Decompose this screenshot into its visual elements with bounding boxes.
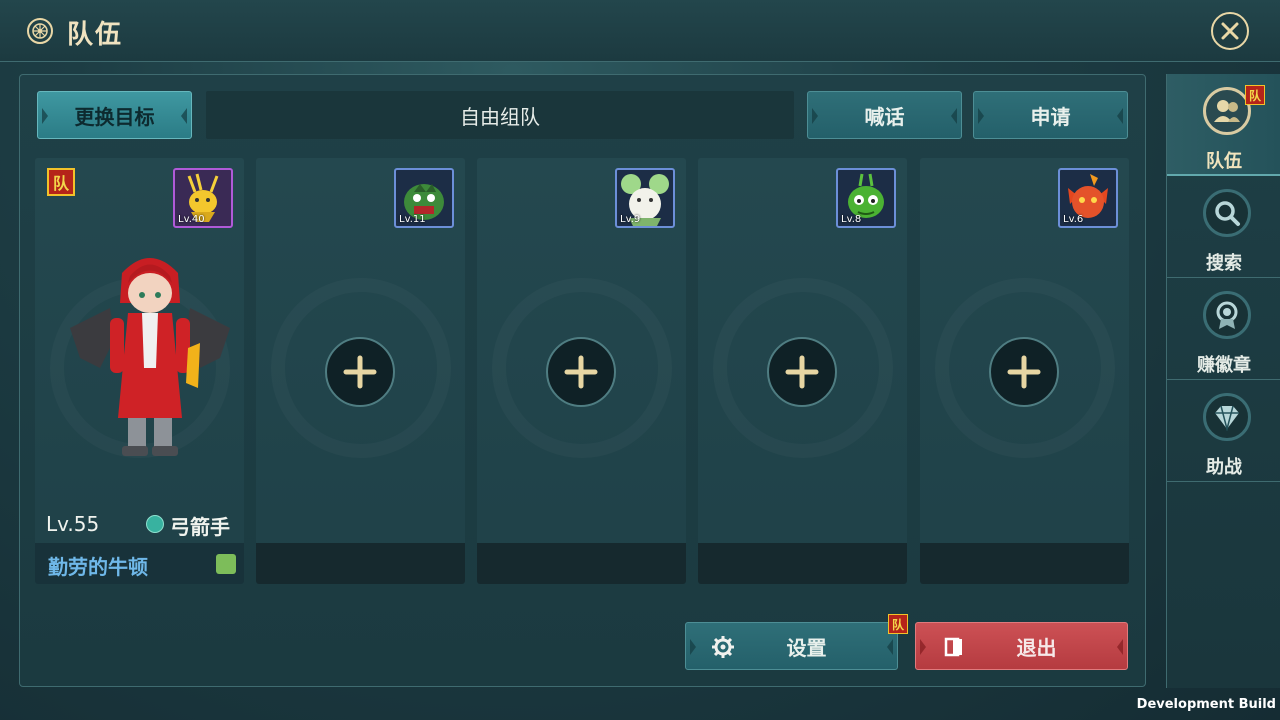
team-slot-4: Lv.8 (698, 158, 907, 584)
pet-level: Lv.6 (1063, 214, 1084, 225)
leader-level: Lv.55 (46, 512, 100, 536)
shout-label: 喊话 (864, 104, 905, 129)
online-status-indicator (216, 554, 236, 574)
settings-button[interactable]: 设置 (685, 622, 898, 670)
change-target-button[interactable]: 更换目标 (37, 91, 192, 139)
team-slot-3: Lv.9 (477, 158, 686, 584)
top-bar: 队伍 (0, 0, 1280, 62)
pet-level: Lv.11 (399, 214, 426, 225)
search-icon (1203, 189, 1251, 237)
pet-thumbnail[interactable]: Lv.8 (836, 168, 896, 228)
sidebar-item-label: 队伍 (1206, 151, 1242, 172)
settings-label: 设置 (786, 635, 827, 660)
apply-label: 申请 (1030, 104, 1071, 129)
pet-level: Lv.9 (620, 214, 641, 225)
exit-door-icon (944, 637, 962, 657)
gear-icon (712, 636, 734, 658)
exit-team-button[interactable]: 退出 (915, 622, 1128, 670)
exit-label: 退出 (1016, 635, 1057, 660)
development-build-watermark: Development Build (1136, 697, 1276, 712)
medal-icon (1203, 291, 1251, 339)
close-button[interactable] (1211, 12, 1249, 50)
sidebar: 队 队伍 搜索 赚徽章 助战 (1166, 74, 1280, 688)
pet-level: Lv.40 (178, 214, 205, 225)
add-member-button[interactable] (989, 337, 1059, 407)
sidebar-item-label: 搜索 (1206, 253, 1242, 274)
diamond-icon (1203, 393, 1251, 441)
close-icon (1221, 22, 1239, 40)
leader-class: 弓箭手 (170, 515, 230, 539)
sidebar-item-team[interactable]: 队 队伍 (1167, 74, 1280, 176)
archer-class-icon (146, 515, 164, 533)
leader-slot[interactable]: 队 Lv.40 Lv.55 弓箭手 勤劳的牛顿 (35, 158, 244, 584)
leader-pet-thumbnail[interactable]: Lv.40 (173, 168, 233, 228)
pet-thumbnail[interactable]: Lv.9 (615, 168, 675, 228)
add-member-button[interactable] (546, 337, 616, 407)
sidebar-item-label: 赚徽章 (1197, 355, 1251, 376)
plus-icon (1007, 355, 1041, 389)
team-icon (1203, 87, 1251, 135)
team-slot-2: Lv.11 (256, 158, 465, 584)
sidebar-item-label: 助战 (1206, 457, 1242, 478)
add-member-button[interactable] (325, 337, 395, 407)
team-slot-5: Lv.6 (920, 158, 1129, 584)
team-leader-badge: 队 (47, 168, 75, 196)
plus-icon (564, 355, 598, 389)
sidebar-item-medals[interactable]: 赚徽章 (1167, 278, 1280, 380)
sidebar-team-badge: 队 (1245, 85, 1265, 105)
free-team-label: 自由组队 (206, 91, 794, 139)
apply-button[interactable]: 申请 (973, 91, 1128, 139)
archer-character-avatar (70, 258, 230, 456)
sidebar-item-assist[interactable]: 助战 (1167, 380, 1280, 482)
pet-thumbnail[interactable]: Lv.6 (1058, 168, 1118, 228)
add-member-button[interactable] (767, 337, 837, 407)
plus-icon (785, 355, 819, 389)
pet-thumbnail[interactable]: Lv.11 (394, 168, 454, 228)
shout-button[interactable]: 喊话 (807, 91, 962, 139)
plus-icon (343, 355, 377, 389)
settings-team-badge: 队 (888, 614, 908, 634)
team-wheel-icon (27, 18, 53, 44)
page-title: 队伍 (67, 20, 124, 50)
leader-name[interactable]: 勤劳的牛顿 (48, 551, 148, 580)
pet-level: Lv.8 (841, 214, 862, 225)
change-target-label: 更换目标 (74, 104, 155, 129)
sidebar-item-search[interactable]: 搜索 (1167, 176, 1280, 278)
